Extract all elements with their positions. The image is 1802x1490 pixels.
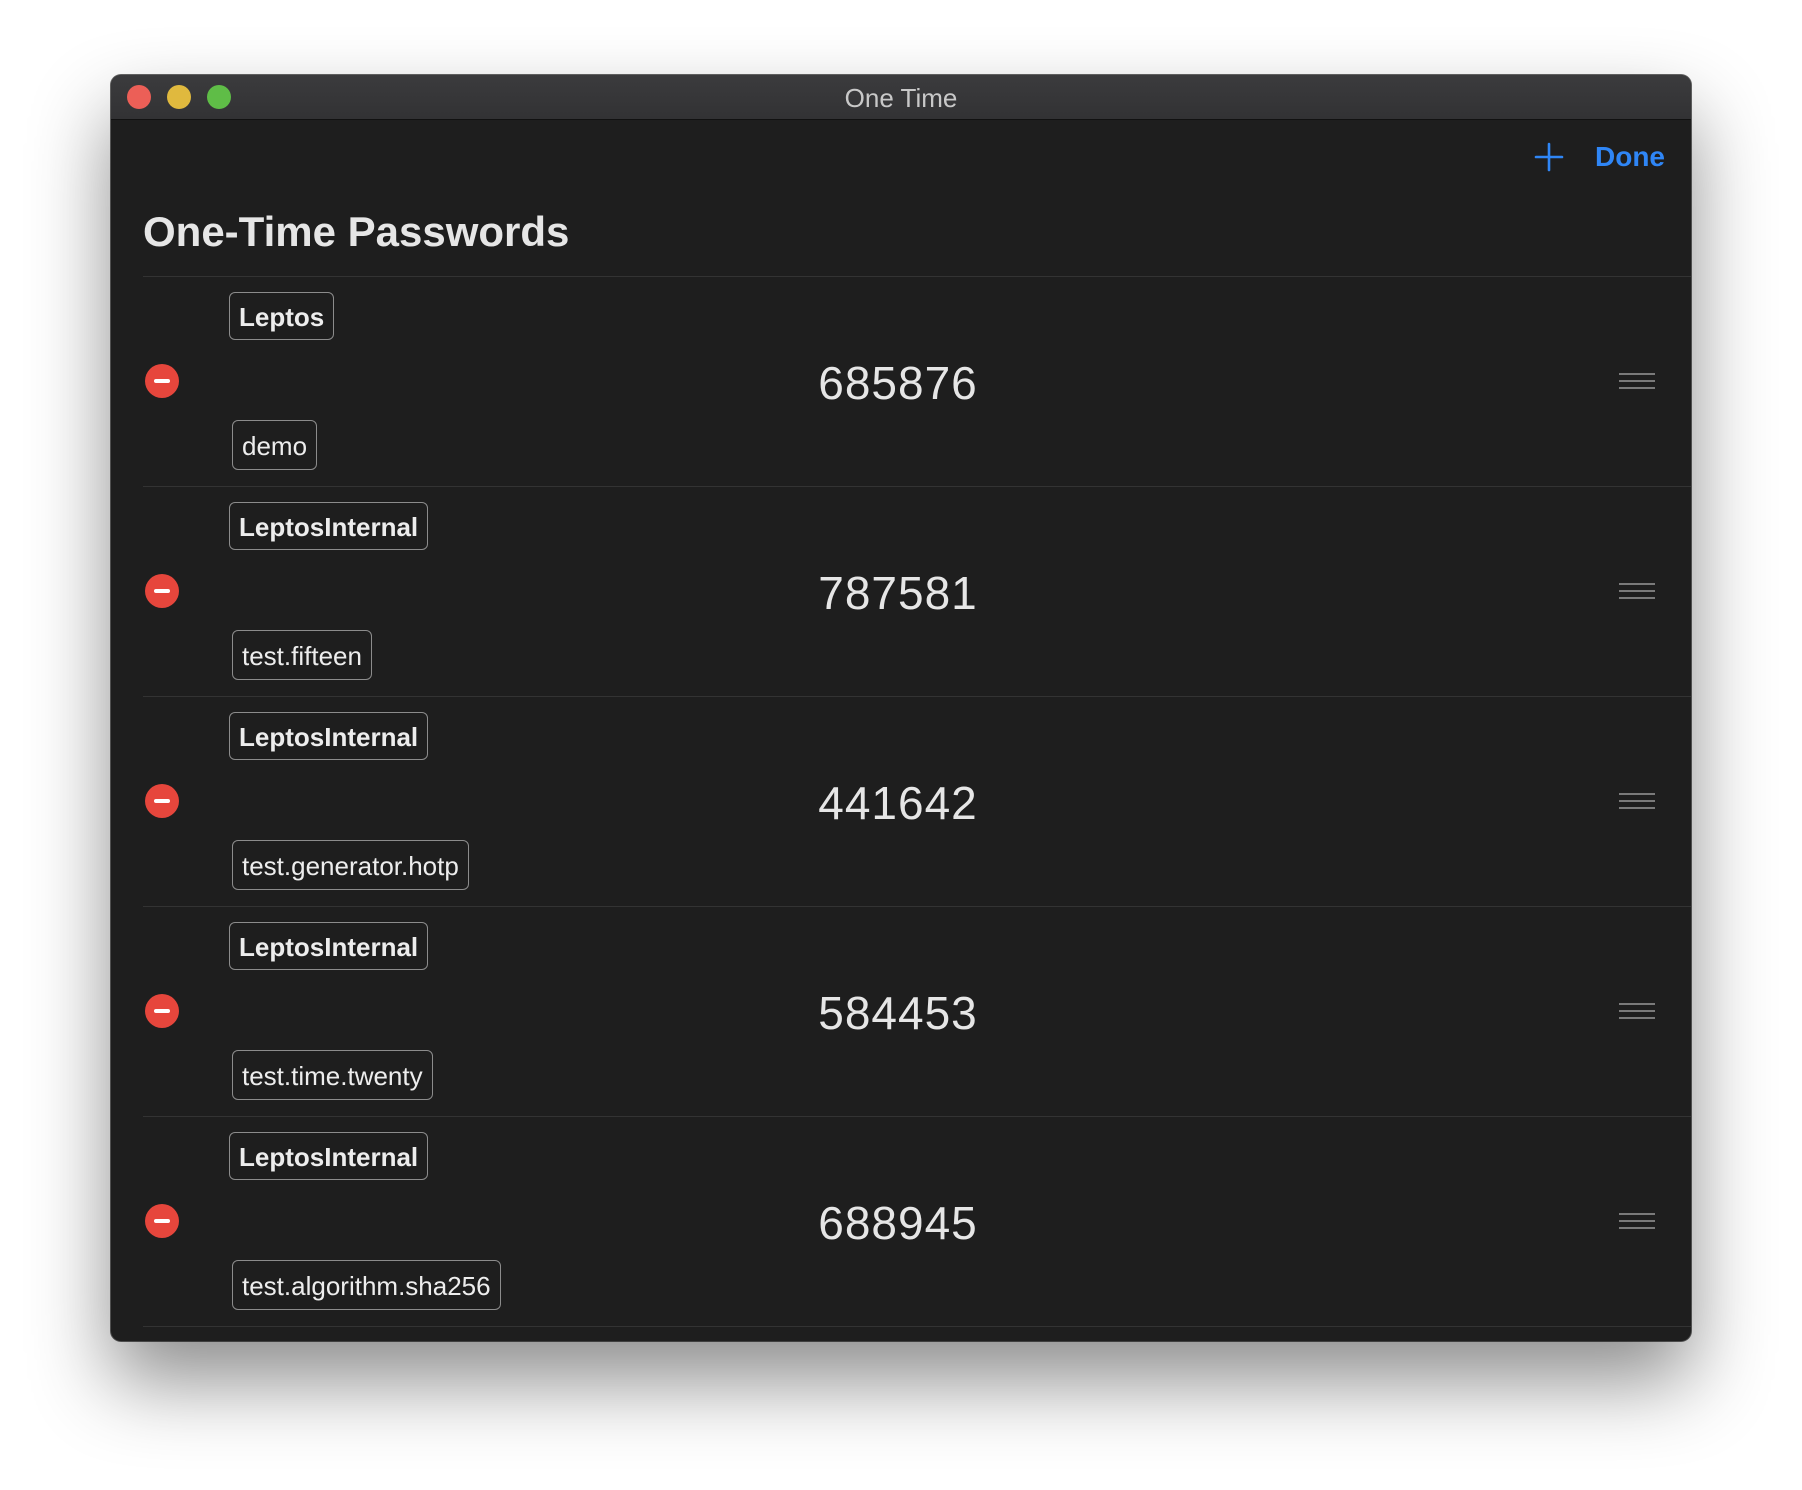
otp-code: 584453 [818, 987, 978, 1039]
list-item: LeptosInternal 441642 test.generator.hot… [143, 697, 1691, 907]
account-field[interactable]: test.time.twenty [232, 1050, 433, 1100]
title-bar[interactable]: One Time [111, 75, 1691, 120]
drag-handle-icon[interactable] [1619, 1213, 1655, 1231]
window-title: One Time [844, 83, 958, 113]
account-field[interactable]: test.generator.hotp [232, 840, 469, 890]
plus-icon [1534, 142, 1564, 172]
otp-code: 685876 [818, 357, 978, 409]
otp-list: Leptos 685876 demo LeptosInternal 787581… [143, 276, 1691, 1327]
minimize-window-button[interactable] [167, 85, 191, 109]
issuer-field[interactable]: LeptosInternal [229, 712, 429, 760]
list-item: LeptosInternal 787581 test.fifteen [143, 487, 1691, 697]
issuer-field[interactable]: LeptosInternal [229, 502, 429, 550]
done-button[interactable]: Done [1595, 137, 1665, 177]
issuer-field[interactable]: LeptosInternal [229, 1132, 429, 1180]
list-item: LeptosInternal 688945 test.algorithm.sha… [143, 1117, 1691, 1327]
list-item: LeptosInternal 584453 test.time.twenty [143, 907, 1691, 1117]
issuer-field[interactable]: LeptosInternal [229, 922, 429, 970]
account-field[interactable]: test.fifteen [232, 630, 372, 680]
issuer-field[interactable]: Leptos [229, 292, 335, 340]
account-field[interactable]: demo [232, 420, 318, 470]
app-window: One Time Done One-Time Passwords Leptos … [111, 75, 1691, 1341]
zoom-window-button[interactable] [207, 85, 231, 109]
otp-code: 787581 [818, 567, 978, 619]
drag-handle-icon[interactable] [1619, 583, 1655, 601]
drag-handle-icon[interactable] [1619, 793, 1655, 811]
account-field[interactable]: test.algorithm.sha256 [232, 1260, 501, 1310]
otp-code: 441642 [818, 777, 978, 829]
close-window-button[interactable] [127, 85, 151, 109]
drag-handle-icon[interactable] [1619, 373, 1655, 391]
otp-code: 688945 [818, 1197, 978, 1249]
drag-handle-icon[interactable] [1619, 1003, 1655, 1021]
add-button[interactable] [1533, 141, 1565, 173]
list-item: Leptos 685876 demo [143, 277, 1691, 487]
page-title: One-Time Passwords [143, 208, 570, 255]
